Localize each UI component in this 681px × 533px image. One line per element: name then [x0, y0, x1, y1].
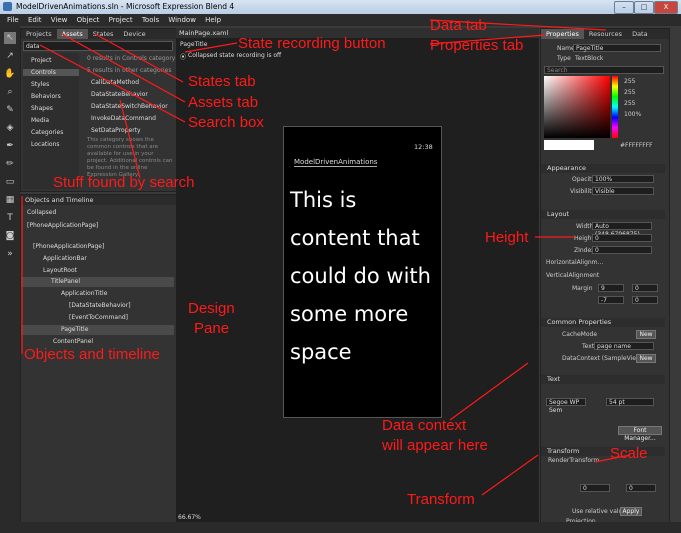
annotation-design-pane: Pane: [194, 320, 230, 337]
annotation-transform: Transform: [407, 491, 475, 508]
arrow-transform: [481, 454, 539, 496]
annotation-properties-tab: Properties tab: [430, 37, 524, 54]
arrow-data-context: [449, 362, 529, 421]
arrow-search-box: [39, 44, 186, 123]
arrow-stuff-found: [119, 99, 141, 179]
annotation-arrows: [21, 19, 631, 496]
annotation-objects-timeline: Objects and timeline: [24, 346, 160, 363]
arrow-states-tab: [94, 33, 184, 83]
annotation-height: Height: [485, 229, 529, 246]
annotation-design-pane: Design: [188, 300, 235, 317]
annotation-data-context: Data context: [382, 417, 467, 434]
arrow-assets-tab: [61, 33, 186, 103]
annotation-data-context: will appear here: [382, 437, 488, 454]
annotation-scale: Scale: [610, 445, 648, 462]
annotation-search-box: Search box: [188, 114, 264, 131]
annotation-stuff-found: Stuff found by search: [53, 174, 195, 191]
annotation-states-tab: States tab: [188, 73, 256, 90]
arrow-state-recording: [184, 42, 238, 53]
annotation-data-tab: Data tab: [430, 17, 487, 34]
annotation-assets-tab: Assets tab: [188, 94, 259, 111]
annotation-state-recording: State recording button: [238, 35, 386, 52]
